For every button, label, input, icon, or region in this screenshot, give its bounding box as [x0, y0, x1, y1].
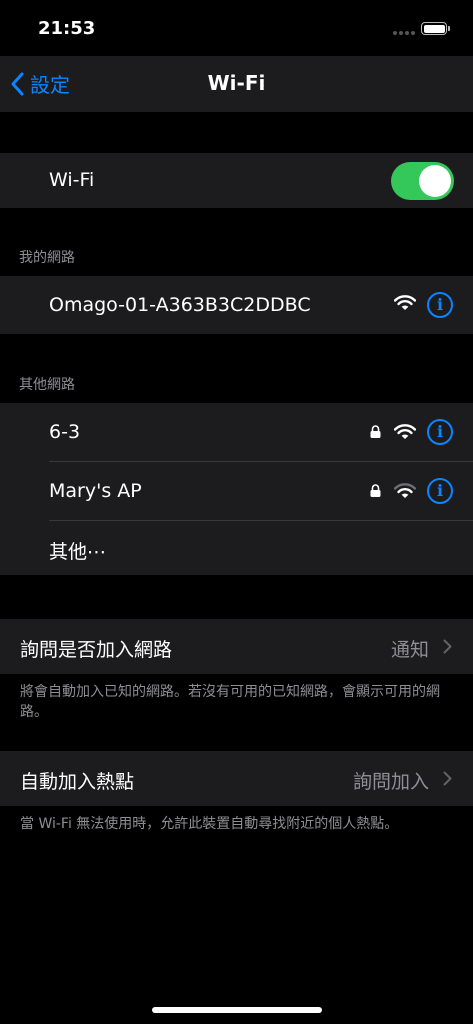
other-networks-group: 6-3 i Mary's AP i 其他⋯: [0, 403, 473, 575]
network-row-omago[interactable]: Omago-01-A363B3C2DDBC i: [0, 276, 473, 334]
network-row-6-3[interactable]: 6-3 i: [0, 403, 473, 461]
battery-icon: [421, 22, 450, 35]
network-name: Mary's AP: [49, 480, 142, 502]
network-row-marys-ap[interactable]: Mary's AP i: [0, 462, 473, 520]
my-networks-group: Omago-01-A363B3C2DDBC i: [0, 276, 473, 334]
info-button[interactable]: i: [427, 419, 453, 445]
network-name: 6-3: [49, 421, 81, 443]
ask-to-join-footer: 將會自動加入已知的網路。若沒有可用的已知網路，會顯示可用的網路。: [20, 684, 440, 720]
status-time: 21:53: [38, 18, 96, 39]
auto-join-hotspot-footer: 當 Wi-Fi 無法使用時，允許此裝置自動尋找附近的個人熱點。: [20, 816, 399, 832]
my-networks-header: 我的網路: [19, 250, 75, 266]
wifi-toggle-group: Wi-Fi: [0, 153, 473, 208]
page-title: Wi-Fi: [207, 71, 266, 95]
info-button[interactable]: i: [427, 292, 453, 318]
auto-join-hotspot-row[interactable]: 自動加入熱點 詢問加入: [0, 751, 473, 806]
other-network-row[interactable]: 其他⋯: [0, 521, 473, 575]
wifi-label: Wi-Fi: [49, 169, 95, 191]
toggle-knob: [419, 165, 451, 197]
ask-to-join-row[interactable]: 詢問是否加入網路 通知: [0, 619, 473, 674]
wifi-icon: [394, 424, 416, 439]
network-name: Omago-01-A363B3C2DDBC: [49, 294, 311, 316]
navigation-bar: 設定 Wi-Fi: [0, 56, 473, 112]
auto-join-hotspot-value: 詢問加入: [352, 771, 429, 793]
info-button[interactable]: i: [427, 478, 453, 504]
chevron-right-icon: [443, 639, 452, 654]
signal-icon: [393, 31, 415, 35]
wifi-icon: [394, 483, 416, 498]
other-networks-header: 其他網路: [19, 377, 75, 393]
ask-to-join-value: 通知: [390, 639, 429, 661]
chevron-right-icon: [443, 771, 452, 786]
home-indicator: [152, 1007, 322, 1013]
wifi-icon: [394, 295, 416, 310]
other-network-label: 其他⋯: [49, 541, 107, 563]
wifi-toggle[interactable]: [391, 162, 454, 200]
ask-to-join-label: 詢問是否加入網路: [20, 639, 173, 661]
lock-icon: [370, 425, 381, 438]
auto-join-hotspot-label: 自動加入熱點: [20, 771, 135, 793]
lock-icon: [370, 484, 381, 497]
